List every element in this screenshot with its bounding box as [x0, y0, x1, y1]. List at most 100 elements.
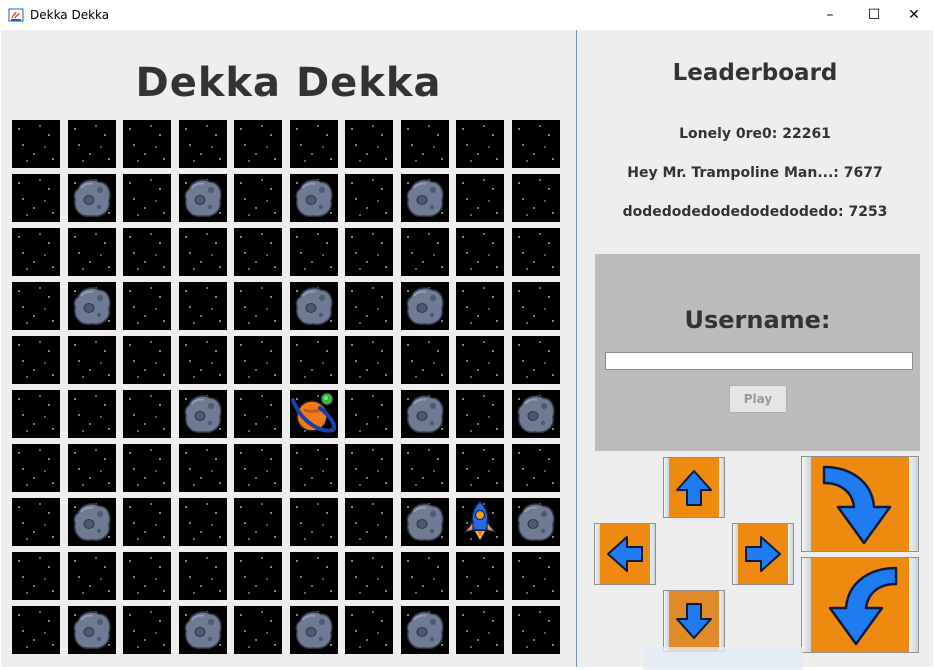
close-button[interactable]: ✕: [891, 0, 934, 30]
board-cell-empty-space: [178, 552, 227, 600]
board-cell-empty-space: [345, 498, 393, 546]
board-cell-empty-space: [511, 120, 560, 168]
taskbar-overlay: [643, 647, 803, 670]
board-cell-empty-space: [345, 120, 393, 168]
arrow-right-icon: [745, 536, 781, 572]
asteroid-icon: [405, 503, 444, 542]
arrow-up-icon: [676, 469, 712, 506]
game-title: Dekka Dekka: [135, 60, 442, 106]
board-cell-empty-space: [345, 390, 393, 438]
rotate-clockwise-button[interactable]: [801, 456, 919, 552]
board-cell-empty-space: [123, 336, 171, 384]
board-cell-asteroid: [178, 606, 227, 654]
board-cell-empty-space: [123, 390, 171, 438]
rotate-clockwise-icon: [822, 465, 892, 545]
board-cell-empty-space: [123, 444, 171, 492]
board-cell-asteroid: [511, 390, 560, 438]
board-cell-empty-space: [12, 390, 60, 438]
asteroid-icon: [183, 179, 222, 218]
board-cell-empty-space: [67, 390, 116, 438]
board-cell-empty-space: [178, 228, 227, 276]
board-cell-asteroid: [511, 498, 560, 546]
board-cell-empty-space: [12, 498, 60, 546]
board-cell-empty-space: [12, 444, 60, 492]
board-cell-empty-space: [511, 336, 560, 384]
board-cell-empty-space: [234, 174, 282, 222]
board-cell-empty-space: [511, 282, 560, 330]
asteroid-icon: [405, 395, 444, 434]
asteroid-icon: [72, 287, 111, 326]
board-cell-empty-space: [345, 606, 393, 654]
board-cell-empty-space: [234, 498, 282, 546]
leaderboard-entry-1: Lonely 0re0: 22261: [679, 126, 831, 142]
asteroid-icon: [72, 179, 111, 218]
board-cell-empty-space: [289, 336, 338, 384]
board-cell-empty-space: [289, 228, 338, 276]
window-title: Dekka Dekka: [30, 8, 110, 22]
board-cell-asteroid: [400, 498, 449, 546]
move-left-button[interactable]: [594, 523, 656, 585]
board-cell-empty-space: [345, 174, 393, 222]
board-cell-empty-space: [123, 606, 171, 654]
asteroid-icon: [294, 611, 333, 650]
board-cell-asteroid: [67, 498, 116, 546]
board-cell-empty-space: [12, 606, 60, 654]
asteroid-icon: [405, 611, 444, 650]
play-button[interactable]: Play: [729, 385, 787, 413]
board-cell-empty-space: [234, 444, 282, 492]
board-cell-empty-space: [67, 120, 116, 168]
move-down-button[interactable]: [663, 590, 725, 652]
board-cell-empty-space: [456, 552, 504, 600]
board-cell-empty-space: [67, 336, 116, 384]
rotate-counterclockwise-icon: [828, 566, 898, 646]
board-cell-asteroid: [400, 174, 449, 222]
arrow-left-icon: [607, 536, 643, 572]
board-cell-empty-space: [234, 390, 282, 438]
board-cell-empty-space: [345, 336, 393, 384]
board-cell-asteroid: [67, 282, 116, 330]
board-cell-empty-space: [12, 228, 60, 276]
board-cell-asteroid: [289, 174, 338, 222]
board-cell-empty-space: [289, 120, 338, 168]
board-cell-empty-space: [345, 228, 393, 276]
board-cell-empty-space: [178, 282, 227, 330]
board-cell-empty-space: [456, 606, 504, 654]
board-cell-empty-space: [123, 498, 171, 546]
board-cell-empty-space: [400, 228, 449, 276]
board-cell-empty-space: [12, 174, 60, 222]
board-cell-asteroid: [67, 606, 116, 654]
board-cell-empty-space: [345, 444, 393, 492]
board-cell-empty-space: [234, 282, 282, 330]
board-cell-empty-space: [178, 444, 227, 492]
leaderboard-entry-3: dodedodedodedodedodedo: 7253: [622, 204, 888, 220]
java-app-icon: [8, 7, 24, 23]
asteroid-icon: [294, 179, 333, 218]
board-cell-empty-space: [12, 336, 60, 384]
move-right-button[interactable]: [732, 523, 794, 585]
board-cell-empty-space: [511, 444, 560, 492]
planet-icon: [290, 392, 336, 433]
board-cell-empty-space: [456, 174, 504, 222]
board-cell-empty-space: [67, 552, 116, 600]
board-cell-empty-space: [400, 444, 449, 492]
board-cell-empty-space: [178, 336, 227, 384]
rotate-counterclockwise-button[interactable]: [801, 557, 919, 653]
leaderboard-entry-2: Hey Mr. Trampoline Man...: 7677: [627, 165, 883, 181]
board-cell-empty-space: [511, 552, 560, 600]
board-cell-empty-space: [345, 552, 393, 600]
board-cell-empty-space: [67, 228, 116, 276]
asteroid-icon: [72, 503, 111, 542]
board-cell-empty-space: [234, 606, 282, 654]
board-cell-empty-space: [12, 282, 60, 330]
username-input[interactable]: [605, 352, 913, 370]
asteroid-icon: [405, 179, 444, 218]
board-cell-planet: [289, 390, 338, 438]
login-panel: Username: Play: [595, 254, 920, 451]
board-cell-empty-space: [456, 282, 504, 330]
game-panel: Dekka Dekka: [1, 30, 576, 667]
leaderboard-title: Leaderboard: [672, 60, 838, 86]
move-up-button[interactable]: [663, 457, 725, 518]
board-cell-rocket: [456, 498, 504, 546]
minimize-button[interactable]: –: [807, 0, 853, 30]
asteroid-icon: [516, 503, 555, 542]
